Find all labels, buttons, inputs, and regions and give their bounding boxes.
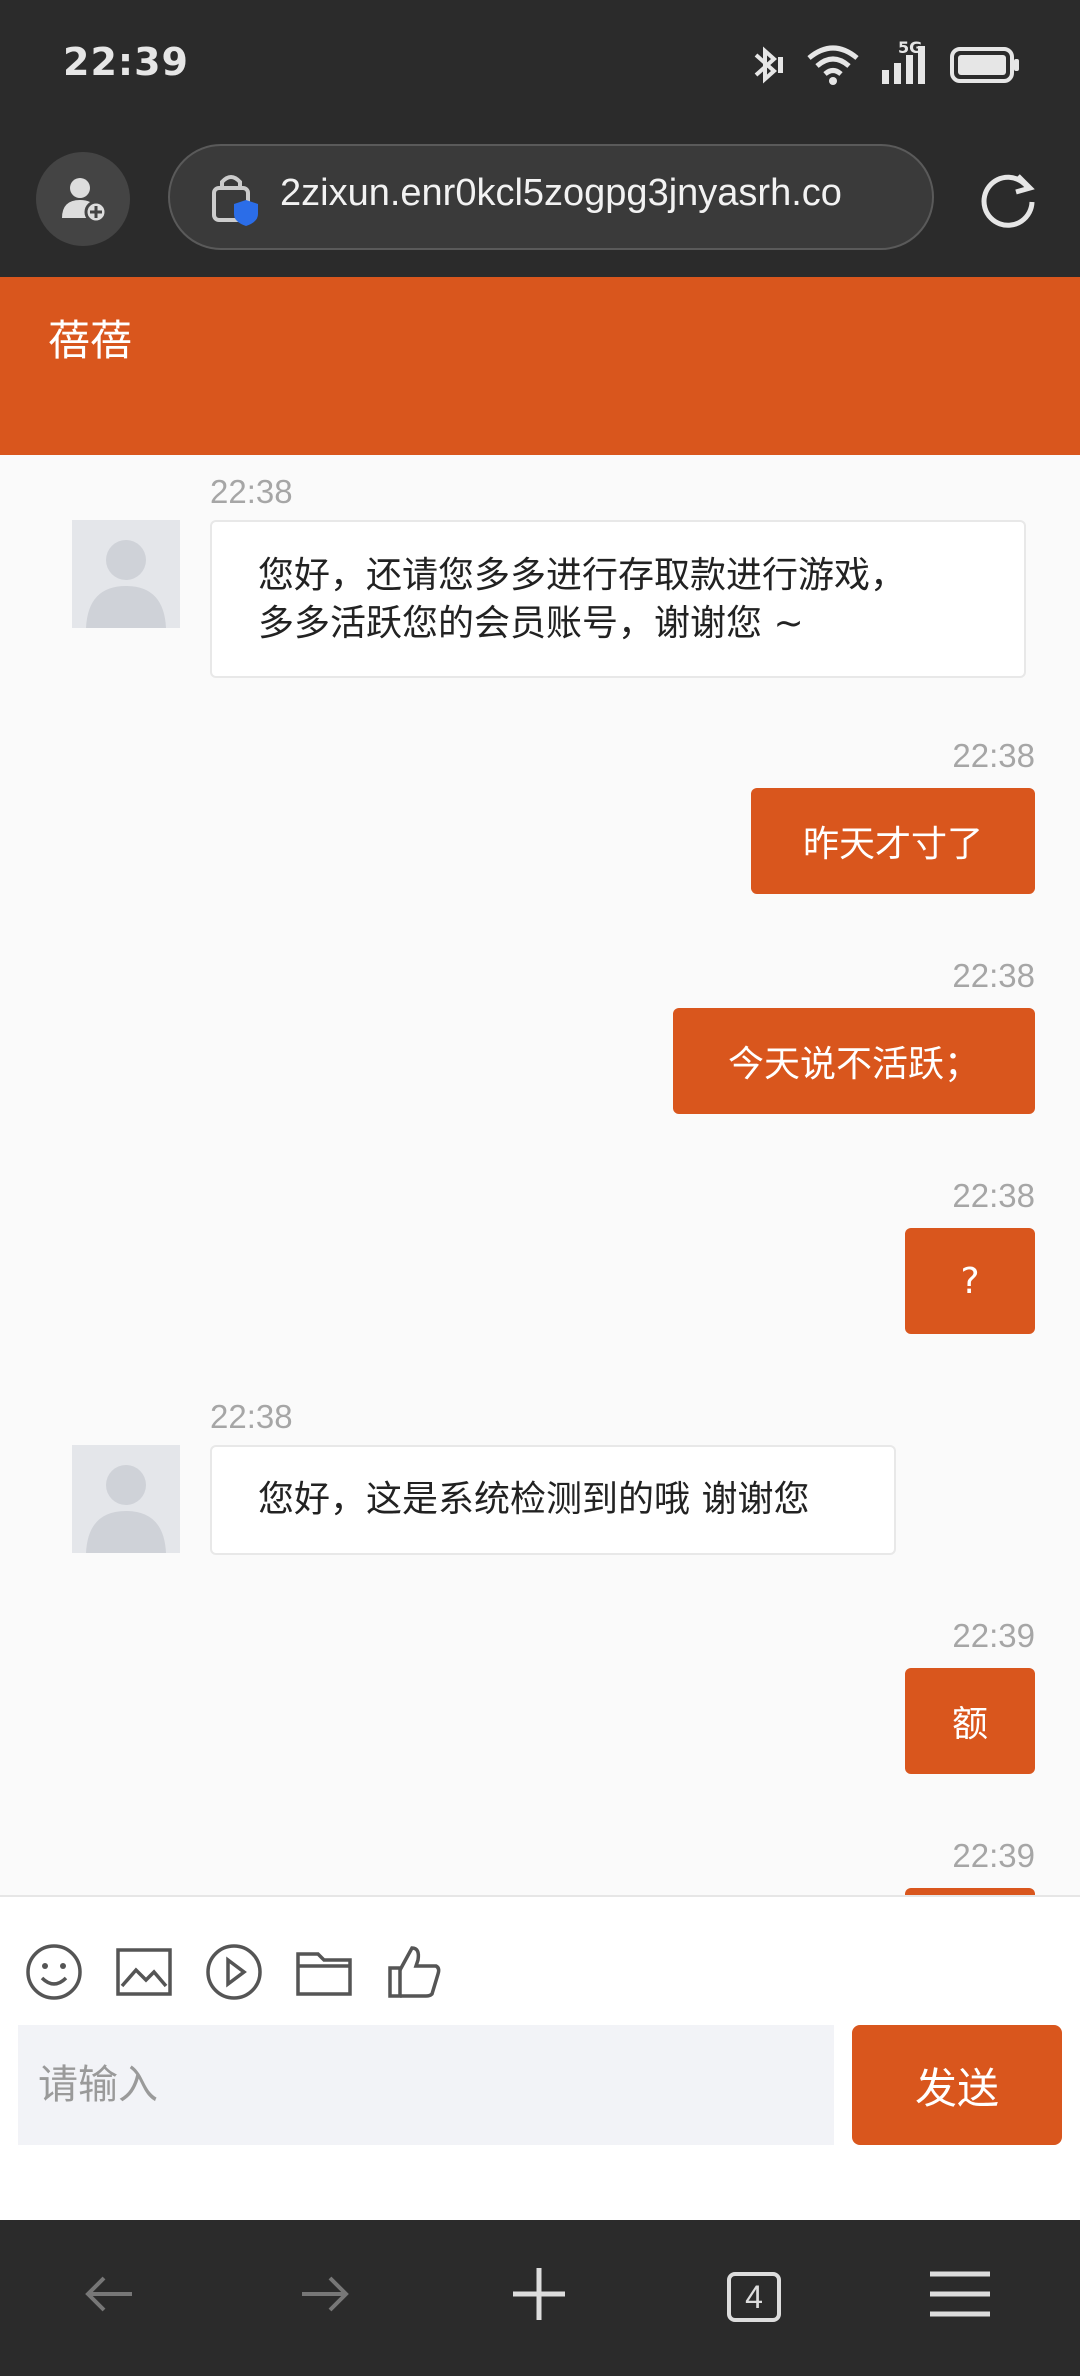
avatar[interactable]: [72, 520, 180, 628]
video-icon[interactable]: [204, 1942, 264, 2002]
outgoing-message: [905, 1888, 1035, 1895]
user-avatar-icon: [72, 1445, 180, 1553]
outgoing-message: 昨天才寸了: [751, 788, 1035, 894]
message-list[interactable]: 22:38 您好，还请您多多进行存取款进行游戏， 多多活跃您的会员账号，谢谢您 …: [0, 455, 1080, 1895]
battery-icon: [950, 47, 1019, 83]
signal-icon: 5G: [880, 38, 930, 86]
status-bar: 22:39 5G: [0, 0, 1080, 130]
avatar[interactable]: [72, 1445, 180, 1553]
emoji-icon[interactable]: [24, 1942, 84, 2002]
message-timestamp: 22:38: [952, 737, 1035, 774]
message-timestamp: 22:38: [210, 1398, 293, 1435]
status-icons: 5G: [746, 38, 1020, 90]
new-tab-icon[interactable]: [509, 2264, 569, 2324]
address-bar[interactable]: 2zixun.enr0kcl5zogpg3jnyasrh.co: [168, 144, 934, 250]
outgoing-message: 额: [905, 1668, 1035, 1774]
network-label: 5G: [898, 38, 923, 57]
message-timestamp: 22:39: [952, 1837, 1035, 1874]
menu-icon[interactable]: [928, 2264, 992, 2324]
reload-icon[interactable]: [978, 168, 1038, 228]
message-text-line: 您好，还请您多多进行存取款进行游戏，: [258, 555, 907, 596]
outgoing-message: ?: [905, 1228, 1035, 1334]
folder-icon[interactable]: [294, 1942, 354, 2002]
back-icon[interactable]: [80, 2264, 140, 2324]
message-text: 您好，这是系统检测到的哦 谢谢您: [258, 1479, 810, 1520]
composer: 发送: [0, 1895, 1080, 2220]
forward-icon[interactable]: [294, 2264, 354, 2324]
message-timestamp: 22:38: [952, 1177, 1035, 1214]
image-icon[interactable]: [114, 1942, 174, 2002]
status-time: 22:39: [63, 40, 189, 84]
secure-lock-icon: [212, 175, 258, 226]
browser-toolbar: 2zixun.enr0kcl5zogpg3jnyasrh.co: [0, 130, 1080, 277]
incoming-message: 您好，这是系统检测到的哦 谢谢您: [210, 1445, 896, 1555]
outgoing-message: 今天说不活跃；: [673, 1008, 1035, 1114]
message-input[interactable]: [18, 2025, 834, 2145]
user-avatar-icon: [72, 520, 180, 628]
message-text-line: 多多活跃您的会员账号，谢谢您 ~: [258, 603, 804, 644]
wifi-icon: [807, 45, 859, 85]
bluetooth-icon: [754, 46, 783, 84]
chat-header: 蓓蓓: [0, 277, 1080, 455]
url-text: 2zixun.enr0kcl5zogpg3jnyasrh.co: [280, 172, 842, 214]
add-user-icon: [62, 178, 108, 224]
chat-title: 蓓蓓: [48, 316, 133, 365]
message-timestamp: 22:39: [952, 1617, 1035, 1654]
tabs-button[interactable]: 4: [727, 2272, 781, 2322]
profile-button[interactable]: [36, 152, 130, 246]
browser-nav-bar: 4: [0, 2220, 1080, 2376]
send-button[interactable]: 发送: [852, 2025, 1062, 2145]
message-timestamp: 22:38: [210, 473, 293, 510]
thumbs-up-icon[interactable]: [384, 1942, 444, 2002]
message-timestamp: 22:38: [952, 957, 1035, 994]
incoming-message: 您好，还请您多多进行存取款进行游戏， 多多活跃您的会员账号，谢谢您 ~: [210, 520, 1026, 678]
